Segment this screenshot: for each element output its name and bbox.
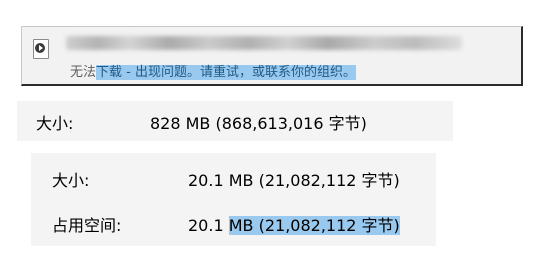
play-icon [35,43,45,53]
status-selected-text: 下载 - 出现问题。请重试，或联系你的组织。 [96,65,356,80]
status-prefix: 无法 [70,65,97,80]
download-notification: 无法下载 - 出现问题。请重试，或联系你的组织。 [21,26,523,86]
size-on-disk-label: 占用空间: [52,216,122,235]
size-property-panel-second: 大小: 20.1 MB (21,082,112 字节) 占用空间: 20.1 M… [31,153,436,246]
size-value[interactable]: 20.1 MB (21,082,112 字节) [188,171,400,191]
size-label: 大小: [52,171,90,190]
size-on-disk-value-prefix: 20.1 [188,216,229,235]
size-on-disk-selected-text: MB (21,082,112 字节) [228,216,400,235]
size-property-panel-first: 大小: 828 MB (868,613,016 字节) [17,101,453,141]
size-value[interactable]: 828 MB (868,613,016 字节) [150,114,367,134]
download-status-text: 无法下载 - 出现问题。请重试，或联系你的组织。 [70,65,356,81]
size-label: 大小: [36,114,74,133]
video-file-icon [33,39,49,59]
size-on-disk-value[interactable]: 20.1 MB (21,082,112 字节) [188,216,400,236]
blurred-filename [66,36,462,50]
